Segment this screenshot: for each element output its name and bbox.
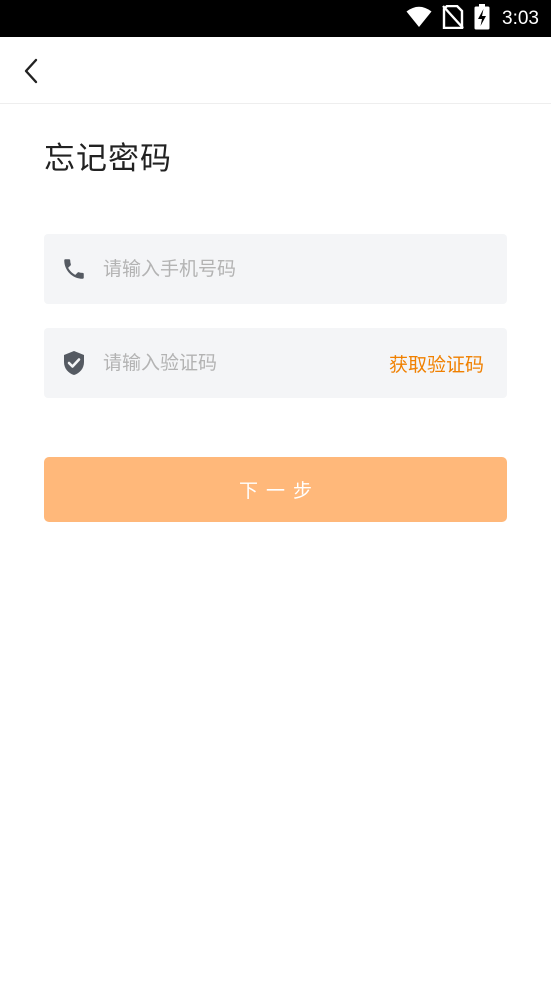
status-icons: 3:03 (406, 0, 539, 37)
verification-code-field: 获取验证码 (44, 328, 507, 398)
phone-field (44, 234, 507, 304)
app-bar (0, 37, 551, 104)
no-sim-icon (442, 4, 464, 33)
verification-code-input[interactable] (103, 328, 373, 398)
page-title: 忘记密码 (44, 141, 172, 177)
phone-input[interactable] (103, 234, 373, 304)
next-step-button[interactable]: 下一步 (44, 457, 507, 522)
status-time: 3:03 (502, 7, 539, 29)
battery-charging-icon (474, 3, 490, 34)
status-bar: 3:03 (0, 0, 551, 37)
chevron-left-icon (24, 58, 38, 84)
get-code-button[interactable]: 获取验证码 (389, 328, 484, 398)
shield-check-icon (61, 350, 87, 376)
back-button[interactable] (14, 53, 50, 89)
phone-icon (61, 256, 87, 282)
wifi-icon (406, 6, 432, 32)
